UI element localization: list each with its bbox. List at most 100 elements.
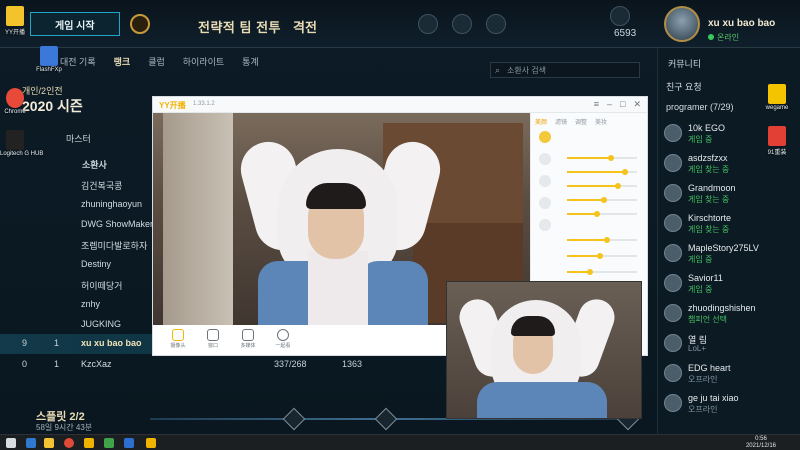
filter-icon[interactable] [539, 153, 551, 165]
friend-avatar [664, 274, 682, 292]
tab-club[interactable]: 클럽 [148, 55, 165, 68]
media-icon [242, 329, 254, 341]
window-button[interactable]: 窗口 [198, 329, 228, 349]
season-label: 2020 시즌 [22, 98, 83, 114]
desktop-icon-flashfxp[interactable]: FlashFXp [34, 46, 64, 73]
loot-icon[interactable] [486, 14, 506, 34]
beauty-slider[interactable] [567, 237, 637, 243]
tab-adjust[interactable]: 调整 [575, 117, 587, 126]
desktop-icon-yy[interactable]: YY开播 [0, 6, 30, 36]
tab-highlights[interactable]: 하이라이트 [183, 55, 224, 68]
tab-stats[interactable]: 통계 [242, 55, 259, 68]
friend-status: LoL+ [688, 344, 707, 353]
beauty-slider[interactable] [567, 253, 637, 259]
watch-together-button[interactable]: 一起看 [268, 329, 298, 349]
friend-name: zhuodingshishen [688, 303, 756, 313]
flashfxp-icon [40, 46, 58, 66]
milestone-icon[interactable] [374, 407, 398, 431]
friend-status: 게임 중 [688, 255, 713, 264]
wechat-icon[interactable] [104, 438, 114, 448]
explorer-icon[interactable] [44, 438, 54, 448]
friend-item[interactable]: Savior11 게임 중 [664, 272, 799, 300]
maximize-icon[interactable]: □ [620, 99, 625, 110]
beauty-slider[interactable] [567, 169, 637, 175]
desktop-icon-ghub[interactable]: Logitech G HUB [0, 130, 43, 157]
friend-name: 10k EGO [688, 123, 726, 133]
community-label[interactable]: 커뮤니티 [668, 57, 701, 70]
desktop-icon-wegame[interactable]: wegame [762, 84, 792, 111]
friend-item[interactable]: ge ju tai xiao 오프라인 [664, 392, 799, 420]
friend-item[interactable]: 열 림 LoL+ [664, 332, 799, 360]
status-label: 온라인 [708, 32, 739, 43]
friend-name: Savior11 [688, 273, 723, 283]
beauty-icon[interactable] [539, 131, 551, 143]
friend-avatar [664, 364, 682, 382]
repair-icon [768, 126, 786, 146]
chrome-icon [6, 88, 24, 108]
friend-item[interactable]: Kirschtorte 게임 찾는 중 [664, 212, 799, 240]
start-icon[interactable] [6, 438, 16, 448]
pip-camera-preview[interactable] [446, 281, 642, 419]
beauty-slider[interactable] [567, 155, 637, 161]
tab-rank[interactable]: 랭크 [114, 55, 131, 68]
collection-icon[interactable] [452, 14, 472, 34]
desktop-icon-91[interactable]: 91重装 [762, 126, 792, 156]
minimize-icon[interactable]: – [607, 99, 612, 110]
split-time-left: 58일 9시간 43분 [36, 423, 93, 432]
search-placeholder: 소환사 검색 [507, 66, 547, 75]
yy-logo: YY开播 [159, 101, 186, 110]
tab-match-history[interactable]: 대전 기록 [60, 55, 96, 68]
friend-item[interactable]: EDG heart 오프라인 [664, 362, 799, 390]
close-icon[interactable]: ✕ [633, 99, 641, 110]
menu-icon[interactable]: ≡ [594, 99, 599, 110]
row-rank: 1 [54, 338, 60, 348]
desktop-icon-chrome[interactable]: Chrome [0, 88, 30, 115]
adjust-icon[interactable] [539, 175, 551, 187]
summoner-name: 조렙미다발로하자 [81, 241, 148, 251]
tab-makeup[interactable]: 美妆 [595, 117, 607, 126]
milestone-icon[interactable] [282, 407, 306, 431]
system-clock[interactable]: 0:56 2021/12/16 [746, 436, 776, 450]
friend-group-header[interactable]: programer (7/29) [666, 102, 734, 112]
friend-avatar [664, 124, 682, 142]
row-winloss: 337/268 [274, 359, 307, 369]
sticker-icon[interactable] [539, 219, 551, 231]
tab-filter[interactable]: 滤镜 [555, 117, 567, 126]
profile-icon[interactable] [418, 14, 438, 34]
friend-item[interactable]: zhuodingshishen 챔피언 선택 [664, 302, 799, 330]
play-button[interactable]: 게임 시작 [30, 12, 120, 36]
yy-titlebar[interactable]: YY开播 1.33.1.2 ≡ – □ ✕ [153, 97, 647, 113]
column-header-summoner: 소환사 [82, 160, 107, 170]
coin-icon[interactable] [130, 14, 150, 34]
camera-button[interactable]: 摄像头 [163, 329, 193, 349]
beauty-slider[interactable] [567, 183, 637, 189]
summoner-search[interactable]: ⌕ 소환사 검색 [490, 62, 640, 78]
tab-beauty[interactable]: 美颜 [535, 117, 547, 126]
summoner-name: JUGKING [81, 319, 122, 329]
chrome-icon[interactable] [64, 438, 74, 448]
windows-icon[interactable] [26, 438, 36, 448]
media-button[interactable]: 多媒体 [233, 329, 263, 349]
app-icon[interactable] [124, 438, 134, 448]
friend-item[interactable]: Grandmoon 게임 찾는 중 [664, 182, 799, 210]
friend-requests[interactable]: 친구 요청 [666, 80, 702, 93]
beauty-slider[interactable] [567, 269, 637, 275]
profile-nav: 대전 기록 랭크 클럽 하이라이트 통계 [60, 55, 277, 68]
search-icon: ⌕ [495, 65, 501, 75]
beauty-slider[interactable] [567, 211, 637, 217]
logitech-icon [6, 130, 24, 150]
friend-item[interactable]: asdzsfzxx 게임 찾는 중 [664, 152, 799, 180]
table-row[interactable]: 0 1 KzcXaz 337/268 1363 [0, 355, 400, 375]
beauty-slider[interactable] [567, 197, 637, 203]
friend-item[interactable]: MapleStory275LV 게임 중 [664, 242, 799, 270]
lol-icon[interactable] [146, 438, 156, 448]
summoner-name: znhy [81, 299, 101, 309]
avatar[interactable] [664, 6, 700, 42]
friend-status: 게임 찾는 중 [688, 225, 730, 234]
friend-avatar [664, 184, 682, 202]
friend-name: asdzsfzxx [688, 153, 728, 163]
rp-icon[interactable] [610, 6, 630, 26]
yy-taskbar-icon[interactable] [84, 438, 94, 448]
makeup-icon[interactable] [539, 197, 551, 209]
tier-label: 마스터 [66, 134, 91, 144]
